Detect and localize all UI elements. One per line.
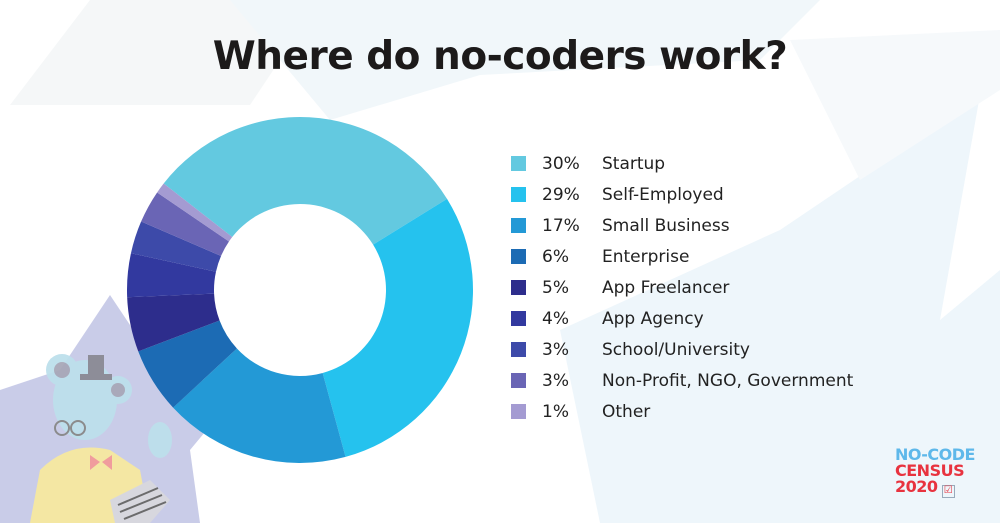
- legend-label: App Freelancer: [602, 277, 730, 298]
- logo-line3: 2020: [895, 477, 938, 496]
- legend-swatch: [511, 311, 526, 326]
- legend-swatch: [511, 187, 526, 202]
- legend-item: 17% Small Business: [511, 210, 853, 241]
- checkbox-icon: ☑: [941, 485, 955, 498]
- legend-percent: 5%: [542, 277, 569, 298]
- legend-item: 5% App Freelancer: [511, 272, 853, 303]
- legend-item: 30% Startup: [511, 148, 853, 179]
- legend-label: Enterprise: [602, 246, 690, 267]
- legend-label: School/University: [602, 339, 750, 360]
- legend-swatch: [511, 249, 526, 264]
- legend-label: App Agency: [602, 308, 704, 329]
- legend-label: Startup: [602, 153, 666, 174]
- legend-swatch: [511, 342, 526, 357]
- legend-item: 1% Other: [511, 396, 853, 427]
- legend-label: Other: [602, 401, 651, 422]
- legend-percent: 30%: [542, 153, 580, 174]
- legend-swatch: [511, 373, 526, 388]
- legend-label: Self-Employed: [602, 184, 724, 205]
- census-logo: NO-CODE CENSUS 2020 ☑: [895, 447, 975, 498]
- legend-item: 3% School/University: [511, 334, 853, 365]
- legend-item: 6% Enterprise: [511, 241, 853, 272]
- legend-percent: 17%: [542, 215, 580, 236]
- legend-percent: 3%: [542, 339, 569, 360]
- legend-item: 29% Self-Employed: [511, 179, 853, 210]
- legend-label: Small Business: [602, 215, 730, 236]
- legend-swatch: [511, 404, 526, 419]
- legend-percent: 4%: [542, 308, 569, 329]
- legend-percent: 1%: [542, 401, 569, 422]
- legend-percent: 3%: [542, 370, 569, 391]
- legend-percent: 6%: [542, 246, 569, 267]
- legend-item: 3% Non-Profit, NGO, Government: [511, 365, 853, 396]
- legend-item: 4% App Agency: [511, 303, 853, 334]
- donut-slice: [322, 198, 473, 457]
- legend-label: Non-Profit, NGO, Government: [602, 370, 854, 391]
- legend-percent: 29%: [542, 184, 580, 205]
- legend-swatch: [511, 218, 526, 233]
- chart-legend: 30% Startup 29% Self-Employed 17% Small Busin…: [511, 148, 853, 427]
- legend-swatch: [511, 156, 526, 171]
- legend-swatch: [511, 280, 526, 295]
